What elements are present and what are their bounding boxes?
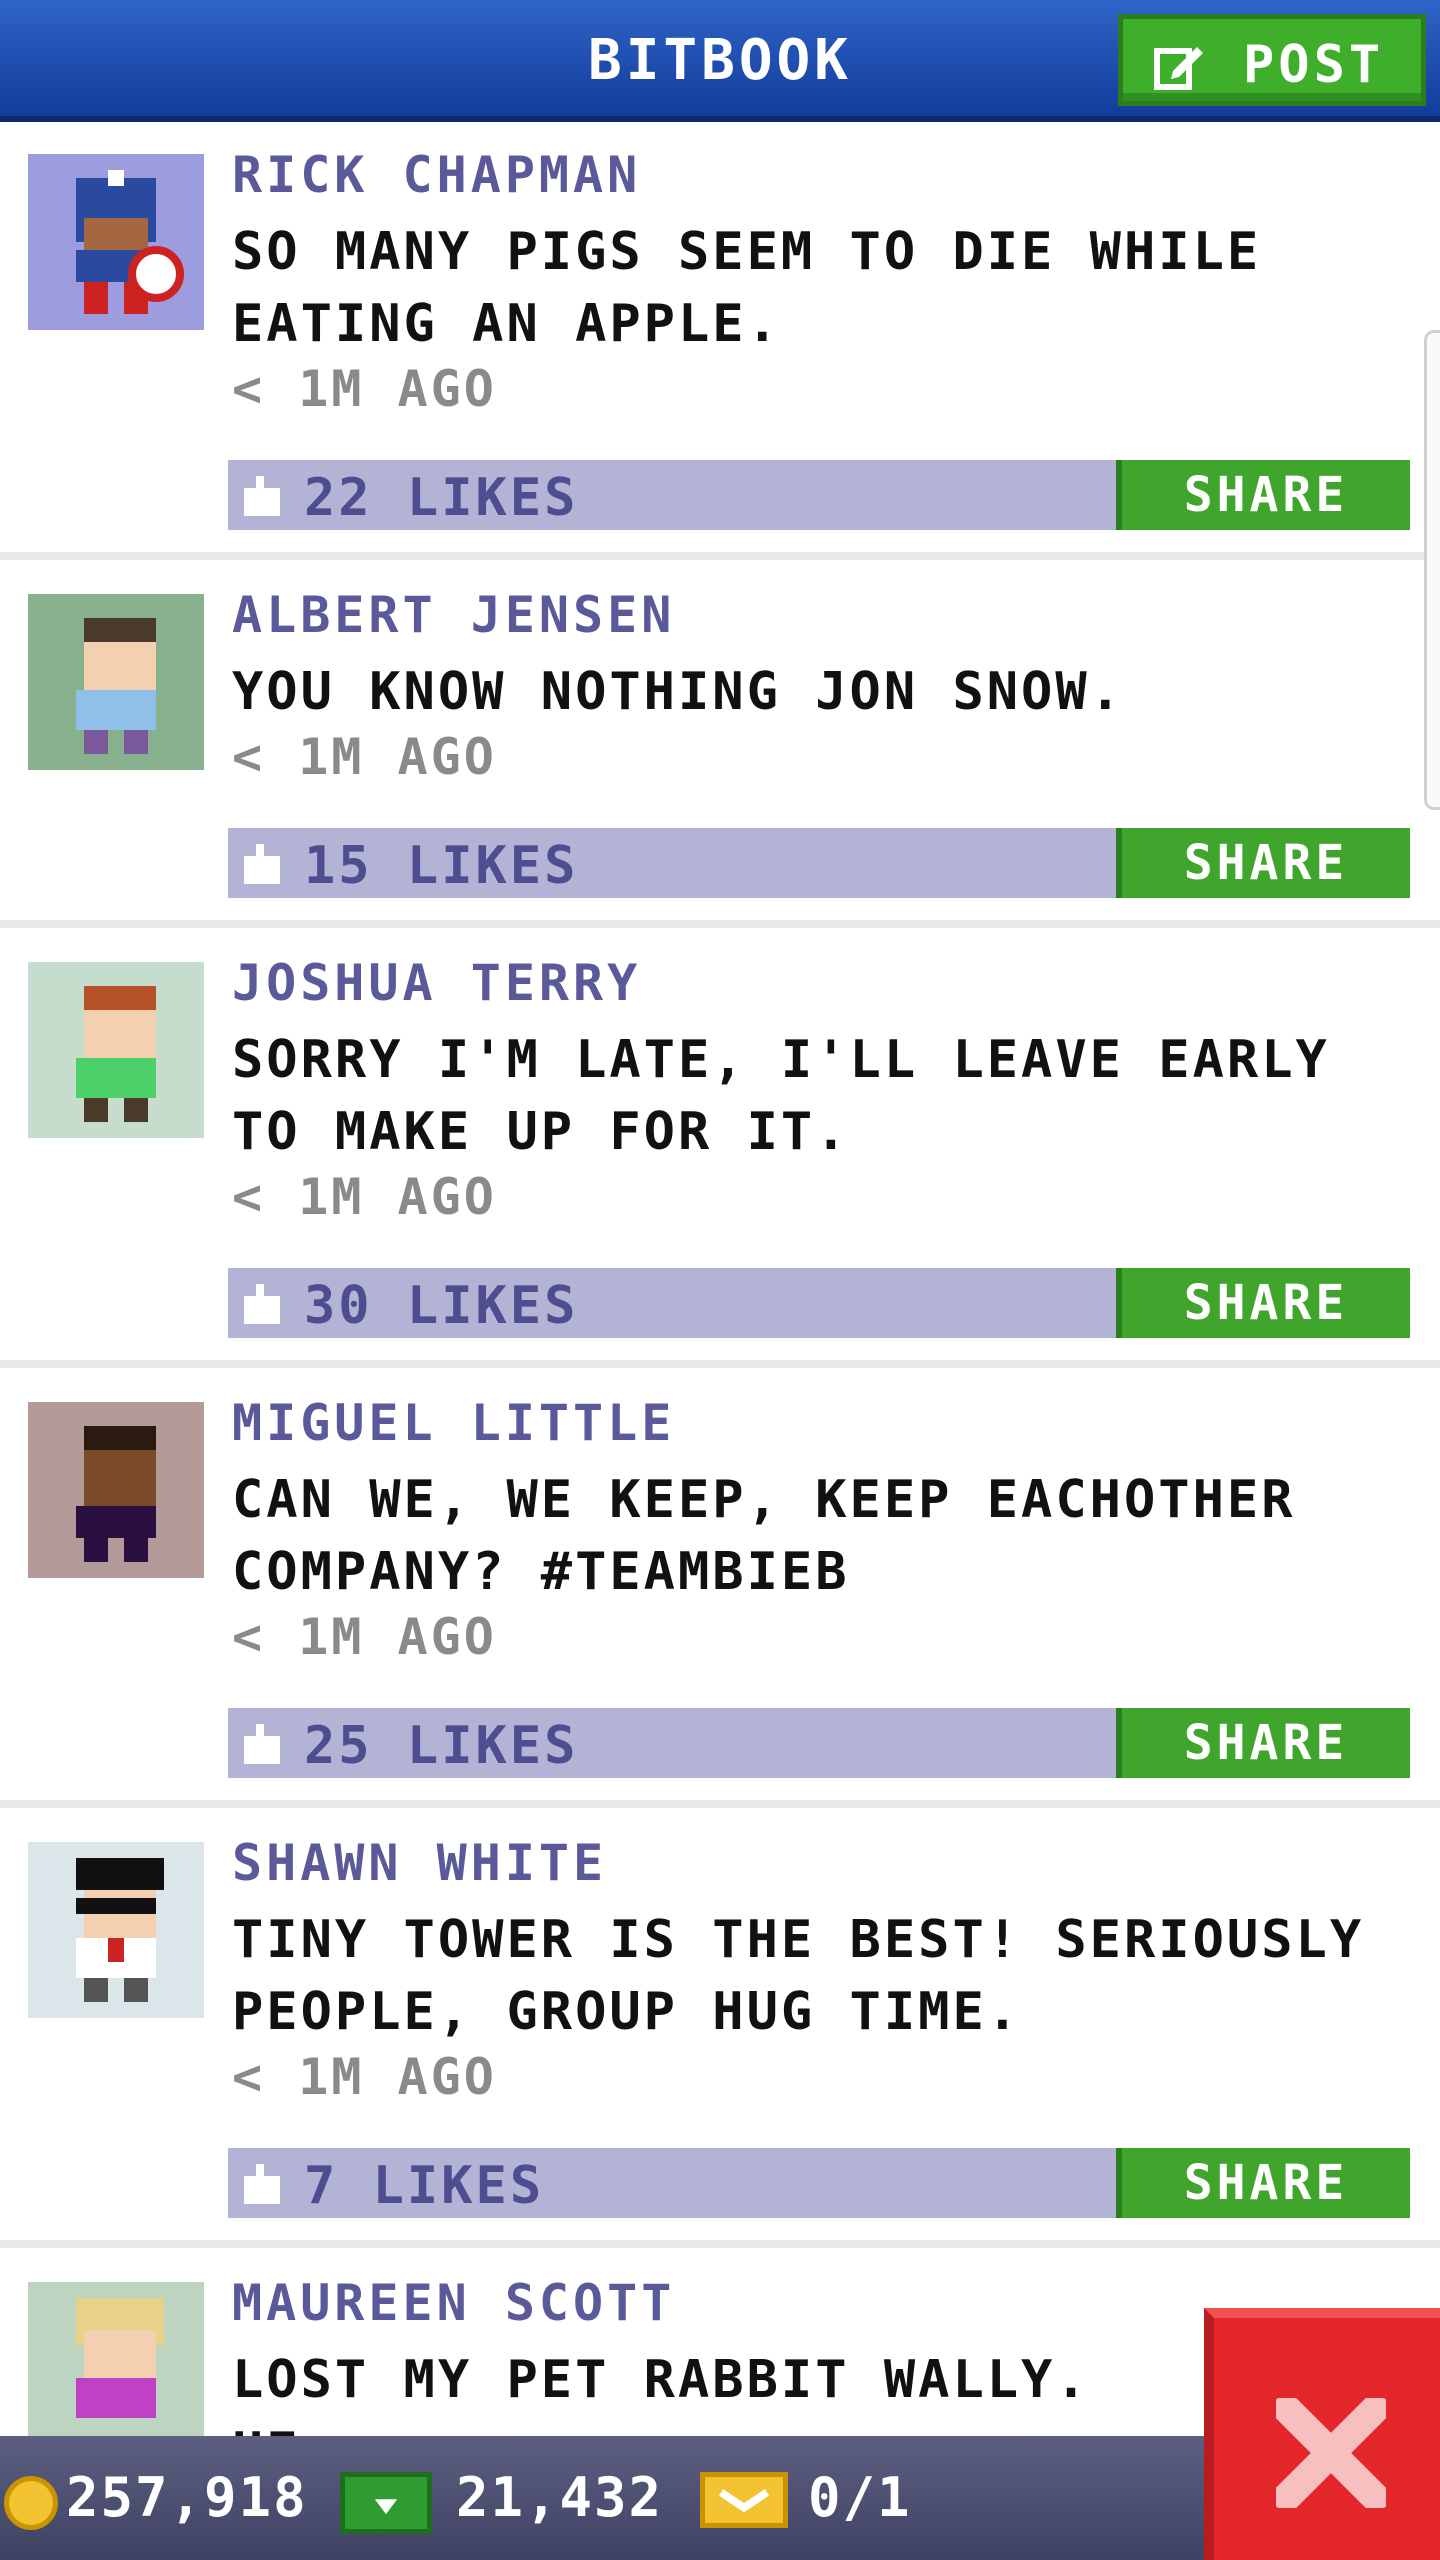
close-button[interactable] (1204, 2308, 1440, 2560)
edit-icon (1154, 47, 1203, 90)
avatar (28, 1402, 204, 1578)
post-author[interactable]: MAUREEN SCOTT (232, 2274, 675, 2332)
feed-post: MIGUEL LITTLE CAN WE, WE KEEP, KEEP EACH… (0, 1376, 1440, 1808)
vip-count: 0/1 (808, 2466, 912, 2529)
post-timestamp: < 1M AGO (232, 2048, 497, 2106)
avatar (28, 1842, 204, 2018)
post-author[interactable]: SHAWN WHITE (232, 1834, 607, 1892)
avatar (28, 594, 204, 770)
share-button[interactable]: SHARE (1116, 1708, 1410, 1778)
thumbs-up-icon (244, 1724, 280, 1764)
like-bar[interactable]: 15 LIKES SHARE (228, 828, 1410, 898)
app-header: BITBOOK POST (0, 0, 1440, 122)
like-count: 7 LIKES (304, 2156, 545, 2216)
like-count: 25 LIKES (304, 1716, 579, 1776)
post-text: SORRY I'M LATE, I'LL LEAVE EARLY TO MAKE… (232, 1030, 1330, 1162)
bux-count: 21,432 (456, 2466, 664, 2529)
share-button[interactable]: SHARE (1116, 2148, 1410, 2218)
post-button-label: POST (1243, 35, 1385, 95)
post-timestamp: < 1M AGO (232, 1168, 497, 1226)
like-bar[interactable]: 25 LIKES SHARE (228, 1708, 1410, 1778)
post-timestamp: < 1M AGO (232, 360, 497, 418)
post-text: TINY TOWER IS THE BEST! SERIOUSLY PEOPLE… (232, 1910, 1365, 2042)
scrollbar[interactable] (1424, 330, 1440, 810)
like-bar[interactable]: 7 LIKES SHARE (228, 2148, 1410, 2218)
like-count: 30 LIKES (304, 1276, 579, 1336)
feed-post: RICK CHAPMAN SO MANY PIGS SEEM TO DIE WH… (0, 128, 1440, 560)
feed-post: ALBERT JENSEN YOU KNOW NOTHING JON SNOW.… (0, 568, 1440, 928)
share-button[interactable]: SHARE (1116, 828, 1410, 898)
thumbs-up-icon (244, 844, 280, 884)
feed-post: JOSHUA TERRY SORRY I'M LATE, I'LL LEAVE … (0, 936, 1440, 1368)
share-button[interactable]: SHARE (1116, 460, 1410, 530)
avatar (28, 2282, 204, 2458)
close-icon (1276, 2398, 1386, 2508)
coin-count: 257,918 (66, 2466, 308, 2529)
feed-post: SHAWN WHITE TINY TOWER IS THE BEST! SERI… (0, 1816, 1440, 2248)
post-author[interactable]: RICK CHAPMAN (232, 146, 641, 204)
post-timestamp: < 1M AGO (232, 728, 497, 786)
share-button[interactable]: SHARE (1116, 1268, 1410, 1338)
thumbs-up-icon (244, 1284, 280, 1324)
like-bar[interactable]: 30 LIKES SHARE (228, 1268, 1410, 1338)
post-timestamp: < 1M AGO (232, 1608, 497, 1666)
coin-icon (4, 2476, 58, 2530)
gold-ticket-icon (700, 2472, 788, 2528)
post-text: YOU KNOW NOTHING JON SNOW. (232, 662, 1124, 722)
post-author[interactable]: MIGUEL LITTLE (232, 1394, 675, 1452)
thumbs-up-icon (244, 476, 280, 516)
like-bar[interactable]: 22 LIKES SHARE (228, 460, 1410, 530)
post-author[interactable]: JOSHUA TERRY (232, 954, 641, 1012)
avatar (28, 962, 204, 1138)
post-button[interactable]: POST (1118, 14, 1426, 106)
post-author[interactable]: ALBERT JENSEN (232, 586, 675, 644)
like-count: 22 LIKES (304, 468, 579, 528)
like-count: 15 LIKES (304, 836, 579, 896)
avatar (28, 154, 204, 330)
thumbs-up-icon (244, 2164, 280, 2204)
post-text: SO MANY PIGS SEEM TO DIE WHILE EATING AN… (232, 222, 1262, 354)
post-text: CAN WE, WE KEEP, KEEP EACHOTHER COMPANY?… (232, 1470, 1296, 1602)
cash-icon (340, 2472, 432, 2534)
